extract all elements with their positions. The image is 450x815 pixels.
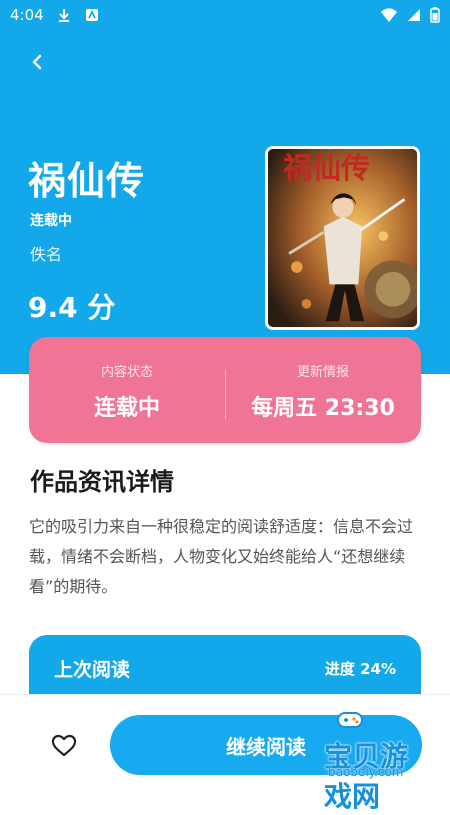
- book-score: 9.4 分: [28, 291, 116, 324]
- cover-title: 祸仙传: [283, 151, 370, 185]
- status-time: 4:04: [10, 6, 44, 24]
- details-section-title: 作品资讯详情: [30, 468, 174, 496]
- book-description: 它的吸引力来自一种很稳定的阅读舒适度：信息不会过载，情绪不会断档，人物变化又始终…: [29, 517, 414, 596]
- bottom-action-bar: 继续阅读: [0, 694, 450, 801]
- cover-art: 祸仙传: [268, 149, 417, 327]
- content-status-value: 连载中: [93, 396, 160, 421]
- last-read-title: 上次阅读: [54, 659, 131, 681]
- favorite-button[interactable]: [48, 730, 80, 762]
- chevron-left-icon: [32, 54, 42, 70]
- info-card: 内容状态 连载中 更新情报 每周五 23:30: [29, 337, 421, 443]
- update-label: 更新情报: [296, 365, 349, 380]
- battery-icon: [430, 7, 440, 23]
- signal-icon: [408, 9, 420, 21]
- back-button[interactable]: [22, 46, 54, 78]
- update-block: 更新情报 每周五 23:30: [225, 337, 421, 443]
- content-status-block: 内容状态 连载中: [29, 337, 225, 443]
- wifi-icon: [381, 8, 397, 22]
- status-bar: 4:04: [0, 0, 450, 30]
- app-icon: [85, 9, 98, 21]
- book-status: 连载中: [30, 213, 72, 229]
- book-author: 佚名: [30, 245, 63, 264]
- reading-progress: 进度 24%: [324, 660, 396, 678]
- download-icon: [58, 9, 69, 22]
- update-value: 每周五 23:30: [251, 396, 395, 421]
- content-status-label: 内容状态: [100, 365, 153, 380]
- continue-reading-button[interactable]: 继续阅读: [110, 715, 422, 775]
- book-cover[interactable]: 祸仙传: [265, 146, 420, 330]
- book-title: 祸仙传: [28, 159, 146, 203]
- status-left: 4:04: [10, 6, 100, 24]
- heart-icon: [51, 734, 77, 757]
- status-right: [380, 7, 440, 23]
